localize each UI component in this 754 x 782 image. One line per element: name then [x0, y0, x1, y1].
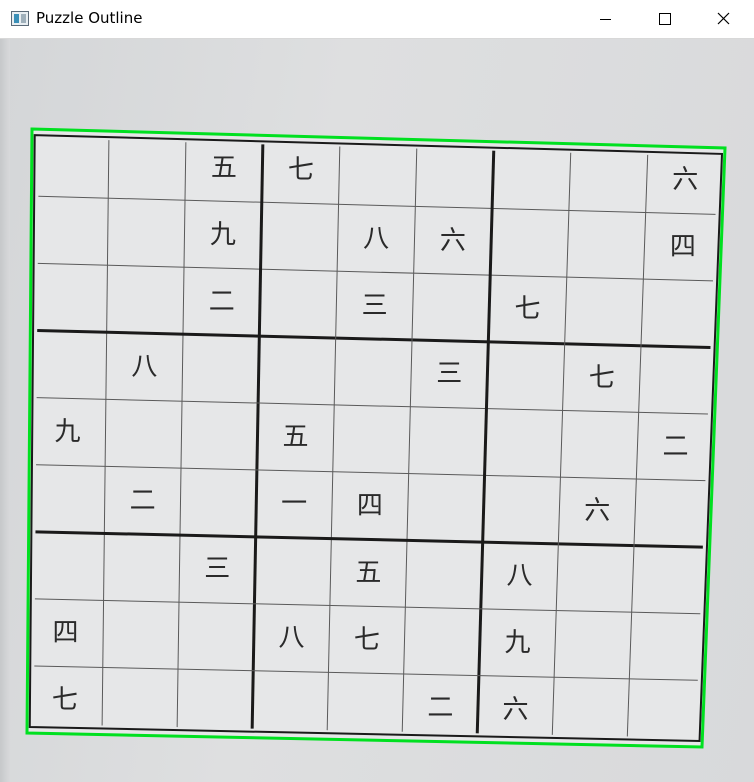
image-canvas: 五七六九八六四二三七八三七九五二二一四六三五八四八七九七二六 — [0, 39, 754, 782]
puzzle-outline-window: Puzzle Outline 五七六九八六四二三七八三七九五二二一四六三五八四八… — [0, 0, 754, 782]
cell-digit: 二 — [662, 431, 689, 462]
cell-digit: 六 — [584, 496, 611, 527]
cell-digit: 七 — [287, 154, 314, 185]
close-button[interactable] — [696, 0, 754, 38]
cell-digit: 三 — [204, 554, 231, 585]
cell-digit: 七 — [51, 685, 78, 716]
cell-digit: 八 — [506, 561, 533, 592]
cell-digit: 七 — [353, 624, 380, 655]
cell-digit: 五 — [282, 422, 309, 453]
minimize-button[interactable] — [576, 0, 634, 38]
cell-digit: 三 — [361, 290, 388, 321]
cell-digit: 五 — [355, 557, 382, 588]
cell-digit: 八 — [363, 223, 390, 254]
cell-digit: 八 — [278, 623, 305, 654]
cell-digit: 六 — [502, 694, 529, 725]
cell-digit: 七 — [514, 294, 541, 325]
cell-digit: 四 — [356, 491, 383, 522]
title-bar[interactable]: Puzzle Outline — [0, 0, 754, 39]
maximize-icon — [659, 13, 671, 25]
app-icon — [11, 11, 29, 26]
cell-digit: 四 — [52, 618, 79, 649]
sudoku-board — [25, 127, 727, 749]
close-icon — [717, 12, 730, 25]
maximize-button[interactable] — [636, 0, 694, 38]
cell-digit: 二 — [427, 693, 454, 724]
cell-digit: 三 — [436, 359, 463, 390]
cell-digit: 五 — [210, 152, 237, 183]
cell-digit: 二 — [129, 485, 156, 516]
window-title: Puzzle Outline — [36, 9, 143, 27]
cell-digit: 九 — [54, 416, 81, 447]
cell-digit: 一 — [281, 489, 308, 520]
cell-digit: 六 — [439, 225, 466, 256]
cell-digit: 九 — [504, 628, 531, 659]
minimize-icon — [600, 19, 611, 20]
cell-digit: 二 — [208, 286, 235, 317]
cell-digit: 九 — [209, 219, 236, 250]
cell-digit: 四 — [669, 231, 696, 262]
cell-digit: 七 — [588, 363, 615, 394]
cell-digit: 八 — [131, 351, 158, 382]
cell-digit: 六 — [672, 165, 699, 196]
